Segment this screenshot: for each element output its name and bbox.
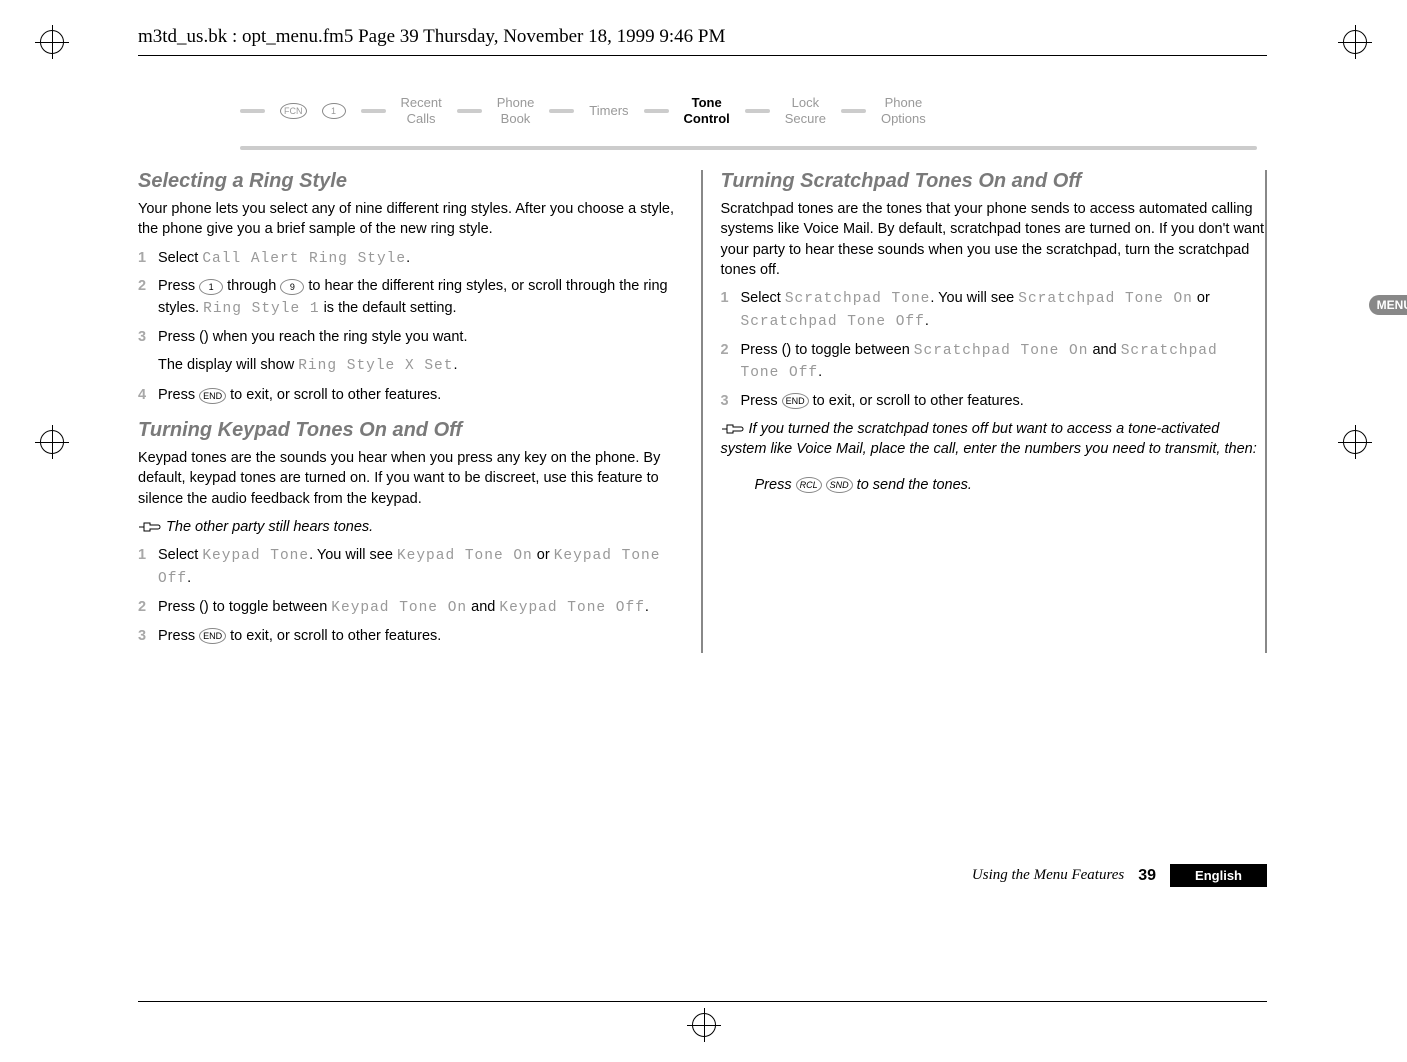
- list-item: 2 Press () to toggle between Keypad Tone…: [138, 597, 683, 620]
- steps-keypad-tones: 1 Select Keypad Tone. You will see Keypa…: [138, 545, 683, 647]
- running-header: m3td_us.bk : opt_menu.fm5 Page 39 Thursd…: [138, 26, 725, 48]
- step-text: Press () to toggle between Scratchpad To…: [741, 340, 1266, 386]
- step-continuation: The display will show Ring Style X Set.: [138, 355, 683, 378]
- nav-dash-icon: [644, 109, 669, 113]
- one-key-icon: 1: [199, 279, 223, 295]
- nav-item-phone-options: PhoneOptions: [881, 95, 926, 126]
- left-column: Selecting a Ring Style Your phone lets y…: [138, 170, 703, 653]
- right-column: MENU Turning Scratchpad Tones On and Off…: [703, 170, 1268, 653]
- one-key-icon: 1: [322, 103, 346, 119]
- snd-key-icon: SND: [826, 477, 853, 493]
- steps-scratchpad: 1 Select Scratchpad Tone. You will see S…: [721, 288, 1266, 413]
- step-number: 2: [138, 276, 158, 321]
- end-key-icon: END: [782, 393, 809, 409]
- registration-mark-icon: [692, 1013, 716, 1037]
- section-title-scratchpad: Turning Scratchpad Tones On and Off: [721, 170, 1266, 193]
- list-item: 3 Press END to exit, or scroll to other …: [138, 626, 683, 648]
- step-text: Press () to toggle between Keypad Tone O…: [158, 597, 683, 620]
- page-footer: Using the Menu Features 39 English: [972, 864, 1267, 887]
- intro-ring-style: Your phone lets you select any of nine d…: [138, 199, 683, 240]
- registration-mark-icon: [40, 30, 64, 54]
- nav-underline: [240, 146, 1257, 150]
- list-item: 1 Select Scratchpad Tone. You will see S…: [721, 288, 1266, 334]
- header-rule: [138, 55, 1267, 56]
- step-text: Press () when you reach the ring style y…: [158, 327, 683, 349]
- fcn-key-icon: FCN: [280, 103, 307, 119]
- registration-mark-icon: [1343, 30, 1367, 54]
- step-text: Select Scratchpad Tone. You will see Scr…: [741, 288, 1266, 334]
- language-label: English: [1170, 864, 1267, 887]
- nav-dash-icon: [841, 109, 866, 113]
- section-title-ring-style: Selecting a Ring Style: [138, 170, 683, 193]
- nine-key-icon: 9: [280, 279, 304, 295]
- footer-rule: [138, 1001, 1267, 1002]
- page-number: 39: [1138, 867, 1156, 885]
- registration-mark-icon: [40, 430, 64, 454]
- step-number: 3: [138, 626, 158, 648]
- step-number: 1: [721, 288, 741, 334]
- nav-item-timers: Timers: [589, 103, 628, 119]
- step-number: 3: [138, 327, 158, 349]
- step-number: 1: [138, 248, 158, 271]
- end-key-icon: END: [199, 388, 226, 404]
- step-text: Press END to exit, or scroll to other fe…: [158, 626, 683, 648]
- step-text: Select Keypad Tone. You will see Keypad …: [158, 545, 683, 591]
- step-text: Press END to exit, or scroll to other fe…: [158, 385, 683, 407]
- step-text: Press 1 through 9 to hear the different …: [158, 276, 683, 321]
- note-scratchpad: If you turned the scratchpad tones off b…: [721, 419, 1266, 460]
- steps-ring-style: 1 Select Call Alert Ring Style. 2 Press …: [138, 248, 683, 349]
- intro-scratchpad: Scratchpad tones are the tones that your…: [721, 199, 1266, 280]
- nav-dash-icon: [361, 109, 386, 113]
- step-text: Press END to exit, or scroll to other fe…: [741, 391, 1266, 413]
- rcl-key-icon: RCL: [796, 477, 822, 493]
- nav-item-phone-book: PhoneBook: [497, 95, 535, 126]
- step-text: Select Call Alert Ring Style.: [158, 248, 683, 271]
- note-scratchpad-action: Press RCL SND to send the tones.: [721, 475, 1266, 495]
- step-number: 1: [138, 545, 158, 591]
- section-title-keypad-tones: Turning Keypad Tones On and Off: [138, 419, 683, 442]
- menu-breadcrumb: FCN 1 RecentCalls PhoneBook Timers ToneC…: [240, 95, 1267, 126]
- steps-ring-style-cont: 4 Press END to exit, or scroll to other …: [138, 385, 683, 407]
- list-item: 1 Select Call Alert Ring Style.: [138, 248, 683, 271]
- note-keypad: The other party still hears tones.: [138, 517, 683, 537]
- pointing-hand-icon: [138, 520, 162, 534]
- list-item: 4 Press END to exit, or scroll to other …: [138, 385, 683, 407]
- registration-mark-icon: [1343, 430, 1367, 454]
- nav-item-lock-secure: LockSecure: [785, 95, 826, 126]
- menu-tab: MENU: [1369, 295, 1407, 315]
- list-item: 2 Press () to toggle between Scratchpad …: [721, 340, 1266, 386]
- footer-section-name: Using the Menu Features: [972, 867, 1124, 884]
- step-number: 4: [138, 385, 158, 407]
- nav-dash-icon: [457, 109, 482, 113]
- list-item: 2 Press 1 through 9 to hear the differen…: [138, 276, 683, 321]
- pointing-hand-icon: [721, 422, 745, 436]
- end-key-icon: END: [199, 628, 226, 644]
- nav-dash-icon: [549, 109, 574, 113]
- step-number: 2: [138, 597, 158, 620]
- step-number: 2: [721, 340, 741, 386]
- list-item: 3 Press () when you reach the ring style…: [138, 327, 683, 349]
- intro-keypad-tones: Keypad tones are the sounds you hear whe…: [138, 448, 683, 509]
- nav-dash-icon: [745, 109, 770, 113]
- nav-dash-icon: [240, 109, 265, 113]
- nav-item-tone-control: ToneControl: [684, 95, 730, 126]
- step-number: 3: [721, 391, 741, 413]
- list-item: 3 Press END to exit, or scroll to other …: [721, 391, 1266, 413]
- nav-item-recent-calls: RecentCalls: [401, 95, 442, 126]
- list-item: 1 Select Keypad Tone. You will see Keypa…: [138, 545, 683, 591]
